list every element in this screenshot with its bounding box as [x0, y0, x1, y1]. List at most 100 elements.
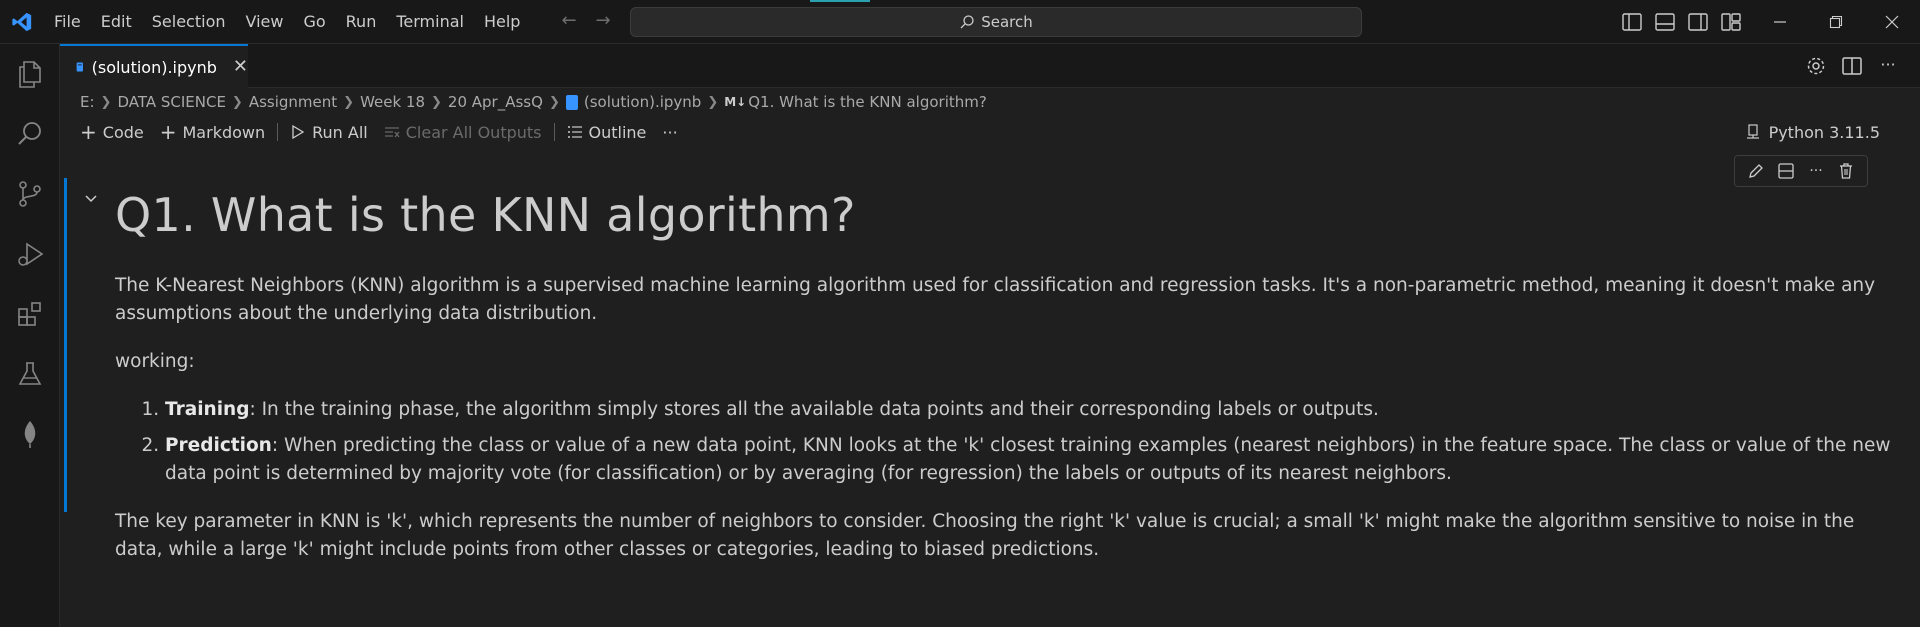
chevron-right-icon: ❯ [100, 94, 112, 110]
outline-list-icon [567, 126, 582, 138]
notebook-file-icon [76, 62, 83, 72]
command-center-search[interactable]: Search [630, 7, 1362, 37]
delete-cell-button[interactable] [1835, 160, 1857, 182]
add-markdown-cell-button[interactable]: + Markdown [152, 120, 273, 144]
menu-view[interactable]: View [236, 7, 294, 37]
steps-list: Training: In the training phase, the alg… [165, 396, 1895, 488]
activity-bar [0, 44, 60, 627]
layout-controls [1620, 10, 1743, 34]
breadcrumb-item[interactable]: Assignment [249, 93, 337, 111]
plus-icon: + [159, 120, 177, 144]
breadcrumb-heading[interactable]: Q1. What is the KNN algorithm? [748, 93, 987, 111]
split-cell-button[interactable] [1775, 160, 1797, 182]
files-icon [19, 61, 41, 88]
menu-terminal[interactable]: Terminal [386, 7, 474, 37]
breadcrumb-item[interactable]: DATA SCIENCE [117, 93, 225, 111]
kernel-picker[interactable]: Python 3.11.5 [1745, 118, 1880, 146]
breadcrumb-item[interactable]: Week 18 [360, 93, 425, 111]
tab-label: (solution).ipynb [91, 57, 217, 77]
list-item: Training: In the training phase, the alg… [165, 396, 1895, 424]
edit-cell-button[interactable] [1745, 160, 1767, 182]
explorer-button[interactable] [0, 44, 60, 104]
outline-button[interactable]: Outline [559, 123, 655, 142]
menu-run[interactable]: Run [336, 7, 387, 37]
close-window-button[interactable] [1864, 0, 1920, 44]
testing-button[interactable] [0, 344, 60, 404]
search-view-button[interactable] [0, 104, 60, 164]
tab-solution-ipynb[interactable]: (solution).ipynb ✕ [60, 44, 248, 88]
tab-close-icon[interactable]: ✕ [233, 58, 248, 76]
chevron-right-icon: ❯ [707, 94, 719, 110]
more-actions-icon[interactable]: ··· [1876, 54, 1900, 78]
breadcrumb: E: ❯ DATA SCIENCE ❯ Assignment ❯ Week 18… [80, 90, 987, 114]
restore-button[interactable] [1808, 0, 1864, 44]
minimize-icon [1774, 21, 1786, 23]
plus-icon: + [80, 120, 97, 144]
toggle-panel-icon[interactable] [1653, 10, 1677, 34]
chevron-down-icon[interactable] [82, 190, 100, 208]
mongodb-button[interactable] [0, 404, 60, 464]
step-text: : In the training phase, the algorithm s… [249, 399, 1379, 420]
menu-go[interactable]: Go [293, 7, 335, 37]
minimize-button[interactable] [1752, 0, 1808, 44]
toggle-secondary-sidebar-icon[interactable] [1686, 10, 1710, 34]
breadcrumb-file[interactable]: (solution).ipynb [584, 93, 701, 111]
list-item: Prediction: When predicting the class or… [165, 432, 1895, 488]
more-cell-actions-button[interactable]: ··· [1805, 160, 1827, 182]
extensions-icon [18, 302, 41, 326]
kernel-server-icon [1746, 124, 1759, 139]
editor-actions: ··· [1804, 54, 1900, 78]
markdown-cell[interactable]: Q1. What is the KNN algorithm? The K-Nea… [115, 180, 1895, 584]
run-all-icon [292, 124, 305, 140]
split-editor-icon[interactable] [1840, 54, 1864, 78]
code-button-label: Code [102, 122, 144, 142]
vscode-logo-icon [12, 12, 32, 32]
clear-all-outputs-label: Clear All Outputs [405, 122, 542, 142]
toolbar-divider [553, 123, 555, 141]
add-code-cell-button[interactable]: + Code [72, 120, 152, 144]
back-arrow-icon[interactable]: ← [558, 10, 580, 32]
ellipsis-icon: ··· [1809, 163, 1823, 179]
menu-selection[interactable]: Selection [142, 7, 236, 37]
restore-icon [1829, 15, 1843, 29]
toggle-primary-sidebar-icon[interactable] [1620, 10, 1644, 34]
step-term: Training [165, 399, 250, 420]
run-debug-icon [18, 242, 44, 266]
notebook-file-icon [565, 94, 578, 110]
navigation-arrows: ← → [558, 10, 614, 32]
clear-all-icon [384, 127, 400, 138]
breadcrumb-item[interactable]: E: [80, 93, 95, 111]
pencil-icon [1749, 164, 1763, 178]
chevron-right-icon: ❯ [548, 94, 560, 110]
extensions-button[interactable] [0, 284, 60, 344]
gear-icon[interactable] [1804, 54, 1828, 78]
flask-icon [18, 362, 42, 385]
source-control-button[interactable] [0, 164, 60, 224]
clear-all-outputs-button[interactable]: Clear All Outputs [376, 123, 550, 142]
menu-bar: File Edit Selection View Go Run Terminal… [44, 0, 530, 44]
kernel-label: Python 3.11.5 [1768, 122, 1880, 142]
search-label: Search [981, 13, 1033, 31]
split-cell-icon [1778, 163, 1794, 179]
outline-label: Outline [588, 122, 647, 142]
intro-paragraph: The K-Nearest Neighbors (KNN) algorithm … [115, 275, 1876, 324]
window-controls [1752, 0, 1920, 44]
toolbar-divider [277, 123, 279, 141]
step-text: : When predicting the class or value of … [165, 435, 1891, 484]
more-toolbar-actions-icon[interactable]: ··· [654, 123, 685, 142]
markdown-icon: M↓ [724, 95, 747, 109]
search-icon [18, 122, 41, 145]
menu-edit[interactable]: Edit [91, 7, 142, 37]
menu-file[interactable]: File [44, 7, 91, 37]
closing-paragraph: The key parameter in KNN is 'k', which r… [115, 511, 1855, 560]
breadcrumb-item[interactable]: 20 Apr_AssQ [448, 93, 543, 111]
run-all-label: Run All [312, 122, 368, 142]
forward-arrow-icon[interactable]: → [592, 10, 614, 32]
run-debug-button[interactable] [0, 224, 60, 284]
run-all-button[interactable]: Run All [282, 123, 376, 142]
source-control-icon [19, 181, 41, 207]
title-accent-line [810, 0, 870, 2]
customize-layout-icon[interactable] [1719, 10, 1743, 34]
notebook-toolbar: + Code + Markdown Run All Clear All Outp… [72, 118, 686, 146]
menu-help[interactable]: Help [474, 7, 530, 37]
